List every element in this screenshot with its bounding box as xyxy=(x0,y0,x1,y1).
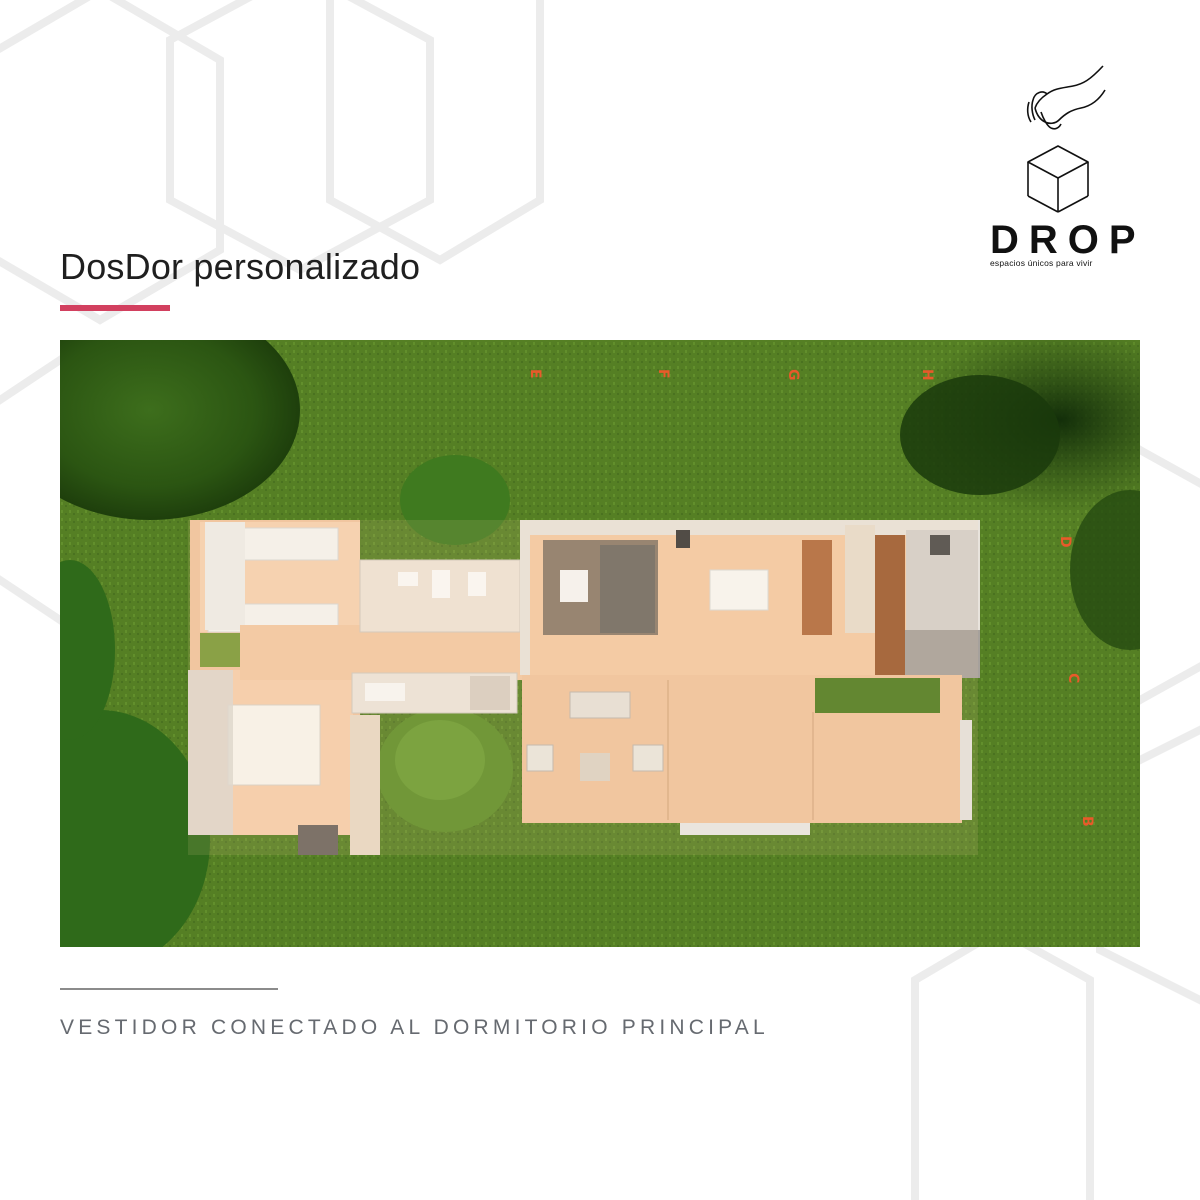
sunlight-glaze xyxy=(188,520,978,855)
grid-marker-c: C xyxy=(1065,673,1081,683)
caption-divider xyxy=(60,988,278,990)
tree-shadow-top-right-dark xyxy=(900,375,1060,495)
grid-marker-h: H xyxy=(919,369,935,381)
image-caption: VESTIDOR CONECTADO AL DORMITORIO PRINCIP… xyxy=(60,1016,769,1039)
title-underline xyxy=(60,305,170,311)
grid-marker-e: E xyxy=(527,369,543,379)
page-title: DosDor personalizado xyxy=(60,246,421,287)
brand-name: DROP xyxy=(990,218,1146,262)
brand-tagline: espacios únicos para vivir xyxy=(990,258,1093,268)
floor-plan-render: E F G H D C B xyxy=(60,340,1140,947)
grid-marker-g: G xyxy=(785,369,801,381)
grid-marker-d: D xyxy=(1057,536,1073,548)
grid-marker-f: F xyxy=(655,369,671,379)
grid-marker-b: B xyxy=(1079,816,1095,827)
